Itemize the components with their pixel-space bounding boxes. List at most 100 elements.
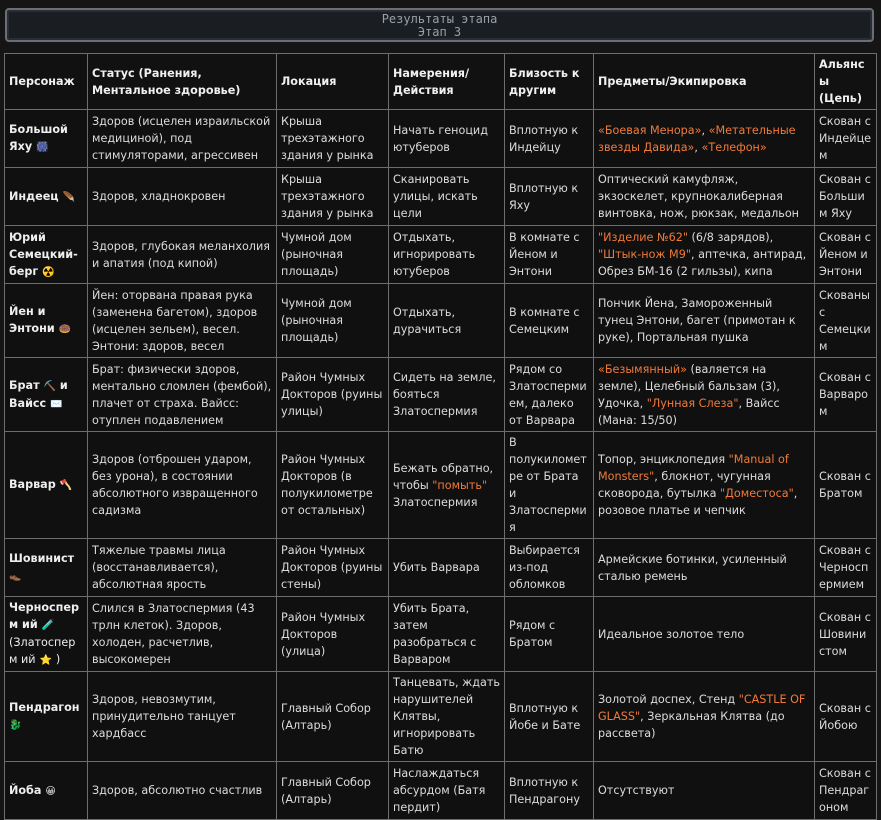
cell-location: Район Чумных Докторов (руины улицы) [276,357,389,432]
cell-intent: Наслаждаться абсурдом (Батя пердит) [388,761,505,820]
cell-intent: Танцевать, ждать нарушителей Клятвы, игн… [388,671,505,762]
character-icon: 🪶 [62,191,75,203]
cell-proximity: В полукилометре от Брата и Златоспермия [504,431,594,539]
cell-character: Черносперм ий 🧪 (Златосперм ий ⭐ ) [4,596,88,672]
cell-location: Чумной дом (рыночная площадь) [276,225,389,284]
text-segment: Наслаждаться абсурдом (Батя пердит) [393,767,486,814]
character-icon: ⛏️ [43,380,56,392]
cell-location: Район Чумных Докторов (руины стены) [276,538,389,597]
cell-items: Топор, энциклопедия "Manual of Monsters"… [593,431,815,539]
cell-intent: Отдыхать, дурачиться [388,283,505,358]
cell-proximity: Рядом с Братом [504,596,594,672]
cell-proximity: В комнате с Йеном и Энтони [504,225,594,284]
highlighted-item: «Боевая Менора» [598,123,702,137]
cell-status: Здоров, невозмутим, принудительно танцуе… [87,671,277,762]
cell-status: Здоров, хладнокровен [87,167,277,226]
text-segment: Отдыхать, игнорировать ютуберов [393,231,476,278]
character-icon-2: ✉️ [50,398,63,410]
text-segment: Идеальное золотое тело [598,627,745,641]
cell-intent: Сканировать улицы, искать цели [388,167,505,226]
cell-alliance: Скован с Пендрагоном [814,761,877,820]
cell-intent: Убить Брата, затем разобраться с Варваро… [388,596,505,672]
cell-status: Йен: оторвана правая рука (заменена баге… [87,283,277,358]
cell-proximity: Выбирается из-под обломков [504,538,594,597]
character-name: Йен и Энтони [9,305,55,335]
cell-alliance: Скован с Варваром [814,357,877,432]
cell-location: Район Чумных Докторов (в полукилометре о… [276,431,389,539]
cell-alliance: Скован с Индейцем [814,109,877,168]
results-table: Персонаж Статус (Ранения, Ментальное здо… [4,53,877,820]
text-segment: Златоспермия [393,495,478,509]
character-icon: 👞 [9,571,22,582]
cell-character: Брат ⛏️ и Вайсс ✉️ [4,357,88,432]
cell-alliance: Скованы с Семецким [814,283,877,358]
cell-items: Идеальное золотое тело [593,596,815,672]
table-row: Шовинист 👞 Тяжелые травмы лица (восстанав… [4,538,877,597]
banner-stage: Этап 3 [417,25,462,39]
cell-items: Отсутствуют [593,761,815,820]
stage-results-banner: Результаты этапа Этап 3 [5,8,874,42]
cell-status: Тяжелые травмы лица (восстанавливается),… [87,538,277,597]
table-row: Юрий Семецкий-берг ☢️ Здоров, глубокая ме… [4,225,877,284]
header-location: Локация [276,53,389,110]
character-name: Йоба [9,783,42,797]
table-row: Пендрагон 🐉 Здоров, невозмутим, принудите… [4,671,877,762]
table-row: Большой Яху 🎆 Здоров (исцелен израильской… [4,109,877,168]
cell-items: Пончик Йена, Замороженный тунец Энтони, … [593,283,815,358]
character-icon: 🧪 [41,620,55,631]
cell-intent: Отдыхать, игнорировать ютуберов [388,225,505,284]
highlighted-item: «Телефон» [701,140,767,154]
text-segment: Сидеть на земле, бояться Златоспермия [393,371,496,418]
cell-alliance: Скован с Йеном и Энтони [814,225,877,284]
text-segment: Армейские ботинки, усиленный сталью реме… [598,552,787,583]
cell-intent: Сидеть на земле, бояться Златоспермия [388,357,505,432]
cell-location: Крыша трехэтажного здания у рынка [276,167,389,226]
table-header-row: Персонаж Статус (Ранения, Ментальное здо… [4,53,877,110]
character-icon: 😀 [45,785,56,797]
character-alias-close: ) [55,653,61,666]
cell-alliance: Скован с Братом [814,431,877,539]
character-name: Индеец [9,189,59,203]
text-segment: Топор, энциклопедия [598,453,729,466]
cell-status: Слился в Златоспермия (43 трлн клеток). … [87,596,277,672]
cell-status: Здоров (отброшен ударом, без урона), в с… [87,431,277,539]
highlighted-item: "Изделие №62" [598,231,688,244]
table-row: Черносперм ий 🧪 (Златосперм ий ⭐ ) Слился … [4,596,877,672]
cell-location: Крыша трехэтажного здания у рынка [276,109,389,168]
character-icon: 🐉 [9,720,22,731]
text-segment: (6/8 зарядов), [687,231,774,244]
cell-proximity: Рядом со Златоспермием, далеко от Варвар… [504,357,594,432]
cell-alliance: Скован с Йобою [814,671,877,762]
text-segment: Убить Брата, затем разобраться с Варваро… [393,602,477,666]
character-name: Варвар [9,478,56,491]
character-name-2: Вайсс [9,396,47,410]
character-icon: 🍩 [58,324,72,335]
cell-intent: Убить Варвара [388,538,505,597]
text-segment: Пончик Йена, Замороженный тунец Энтони, … [598,297,796,344]
header-intent: Намерения/Действия [388,53,505,110]
cell-character: Индеец 🪶 [4,167,88,226]
character-name: Шовинист [9,552,75,565]
cell-intent: Начать геноцид ютуберов [388,109,505,168]
character-name: Пендрагон [9,701,80,714]
cell-location: Главный Собор (Алтарь) [276,671,389,762]
cell-items: Золотой доспех, Стенд "CASTLE OF GLASS",… [593,671,815,762]
cell-location: Главный Собор (Алтарь) [276,761,389,820]
cell-alliance: Скован с Большим Яху [814,167,877,226]
text-segment: Отдыхать, дурачиться [393,305,462,336]
table-row: Йен и Энтони 🍩 Йен: оторвана правая рука … [4,283,877,358]
header-items: Предметы/Экипировка [593,53,815,110]
cell-intent: Бежать обратно, чтобы "помыть" Златоспер… [388,431,505,539]
cell-proximity: В комнате с Семецким [504,283,594,358]
text-segment: , [701,123,709,137]
cell-items: Армейские ботинки, усиленный сталью реме… [593,538,815,597]
header-status: Статус (Ранения, Ментальное здоровье) [87,53,277,110]
page: Результаты этапа Этап 3 Персонаж Статус … [0,0,881,820]
highlighted-item: "Штык-нож М9" [598,248,691,261]
cell-character: Йен и Энтони 🍩 [4,283,88,358]
cell-items: Оптический камуфляж, экзоскелет, крупнок… [593,167,815,226]
cell-character: Юрий Семецкий-берг ☢️ [4,225,88,284]
character-icon: ☢️ [42,266,55,278]
cell-status: Здоров, абсолютно счастлив [87,761,277,820]
text-segment: Оптический камуфляж, экзоскелет, крупнок… [598,173,799,220]
